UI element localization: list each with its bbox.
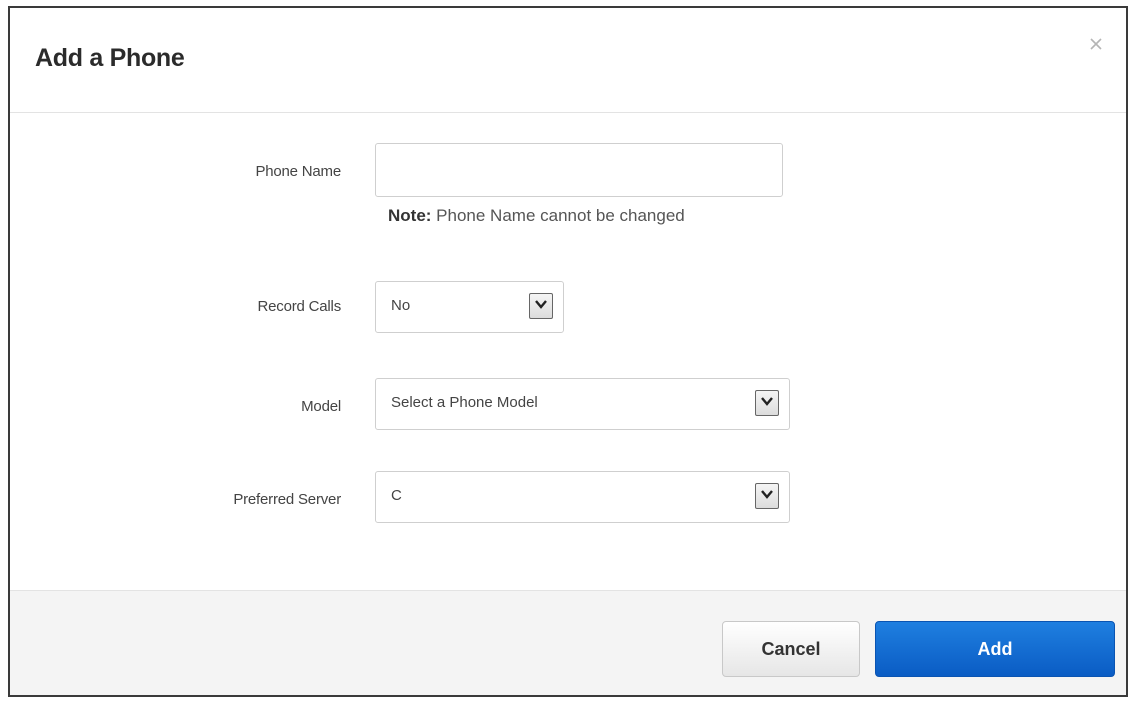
add-phone-dialog: Add a Phone Phone Name Note: Phone Name … [8, 6, 1128, 697]
record-calls-select[interactable]: No [375, 281, 564, 333]
model-label: Model [301, 398, 341, 415]
add-button[interactable]: Add [875, 621, 1115, 677]
record-calls-value: No [391, 297, 411, 314]
note-label: Note: [388, 206, 432, 225]
dialog-footer: Cancel Add [10, 590, 1126, 695]
phone-name-input[interactable] [375, 143, 783, 197]
phone-name-label: Phone Name [255, 163, 341, 180]
preferred-server-label: Preferred Server [233, 491, 341, 508]
chevron-down-icon[interactable] [755, 390, 779, 416]
preferred-server-value: C [391, 487, 402, 504]
dialog-header: Add a Phone [10, 8, 1126, 113]
dialog-title: Add a Phone [35, 44, 185, 72]
note-text: Phone Name cannot be changed [431, 206, 685, 225]
preferred-server-select[interactable]: C [375, 471, 790, 523]
model-select[interactable]: Select a Phone Model [375, 378, 790, 430]
phone-name-note: Note: Phone Name cannot be changed [388, 206, 685, 226]
cancel-button[interactable]: Cancel [722, 621, 860, 677]
record-calls-label: Record Calls [257, 298, 342, 315]
model-value: Select a Phone Model [391, 394, 538, 411]
close-icon[interactable] [1086, 34, 1106, 54]
chevron-down-icon[interactable] [755, 483, 779, 509]
chevron-down-icon[interactable] [529, 293, 553, 319]
